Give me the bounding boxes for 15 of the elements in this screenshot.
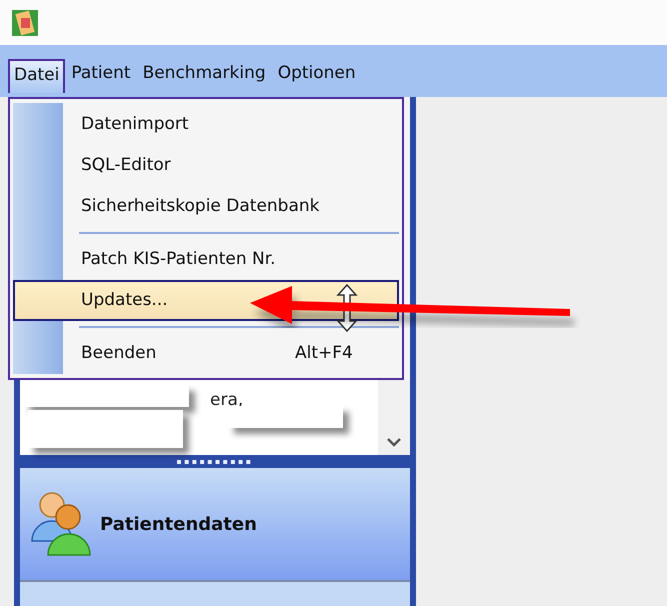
- splitter-grip-icon[interactable]: [177, 460, 253, 464]
- chevron-down-icon[interactable]: [387, 438, 401, 447]
- app-icon: [12, 10, 38, 36]
- menu-item[interactable]: Datenimport: [13, 103, 399, 144]
- menu-bar-item[interactable]: Datei: [8, 59, 66, 93]
- menu-bar-item[interactable]: Benchmarking: [136, 57, 272, 93]
- menu-bar-item[interactable]: Patient: [65, 57, 137, 93]
- menu-bar-item[interactable]: Optionen: [272, 57, 362, 93]
- menu-item[interactable]: Sicherheitskopie Datenbank: [13, 185, 399, 227]
- menu-item[interactable]: Beenden Alt+F4: [13, 332, 399, 374]
- menu-item[interactable]: SQL-Editor: [13, 144, 399, 186]
- users-icon: [30, 491, 92, 557]
- menu-item[interactable]: Patch KIS-Patienten Nr.: [13, 238, 399, 280]
- nav-button[interactable]: Patientendaten: [20, 468, 410, 582]
- list-text: era,: [210, 390, 244, 410]
